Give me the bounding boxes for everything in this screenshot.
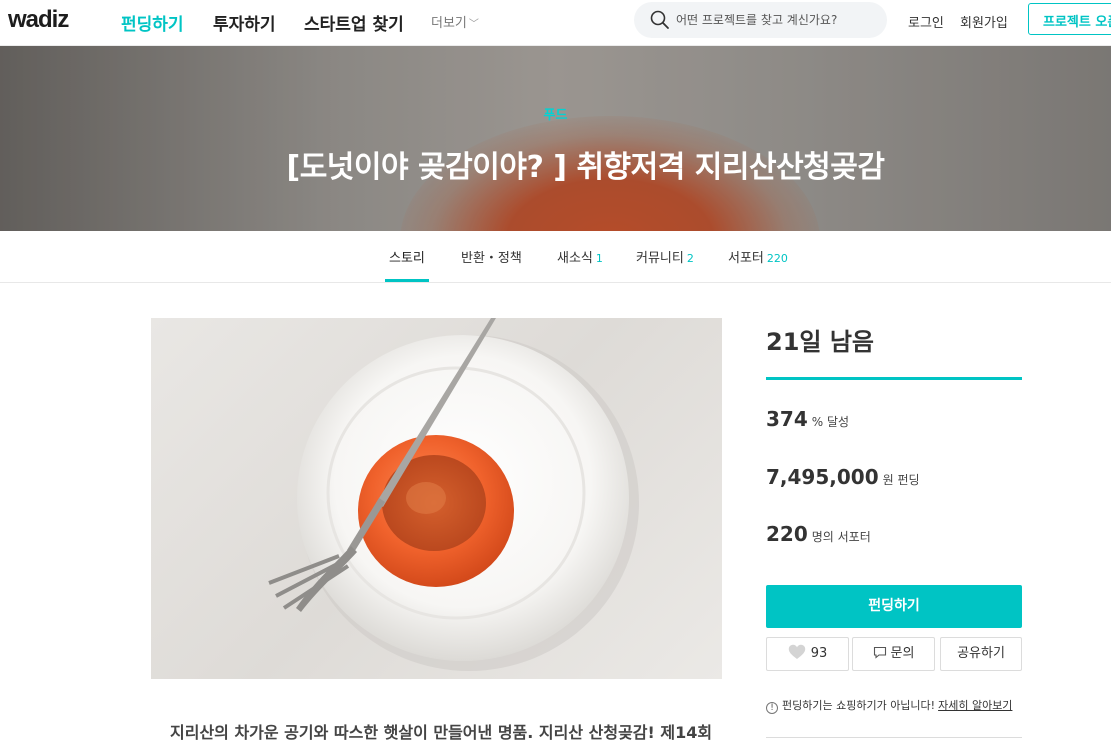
supporter-count-value: 220 [766,522,808,546]
project-main-image [151,318,722,679]
inquiry-button[interactable]: 문의 [852,637,935,671]
tab-community[interactable]: 커뮤니티 2 [636,247,694,266]
share-button[interactable]: 공유하기 [940,637,1022,671]
tab-refund-policy-label: 반환・정책 [461,251,522,266]
funding-progress-bar [766,377,1022,380]
learn-more-link[interactable]: 자세히 알아보기 [938,699,1012,712]
tab-supporters-count: 220 [766,252,788,265]
supporter-count: 220 명의 서포터 [766,522,871,546]
nav-more-label: 더보기 [431,16,467,31]
funding-notice: ! 펀딩하기는 쇼핑하기가 아닙니다! 자세히 알아보기 [766,697,1012,714]
search-bar[interactable] [634,2,887,38]
achievement-rate-unit: % 달성 [811,415,850,429]
heart-icon [788,644,805,659]
nav-startup[interactable]: 스타트업 찾기 [304,10,404,35]
nav-funding[interactable]: 펀딩하기 [121,10,184,35]
active-tab-indicator [385,279,429,282]
search-input[interactable] [676,10,876,30]
signup-link[interactable]: 회원가입 [960,12,1008,31]
fund-button[interactable]: 펀딩하기 [766,585,1022,628]
like-button[interactable]: 93 [766,637,849,671]
tab-news[interactable]: 새소식 1 [557,247,603,266]
hero-banner: 푸드 [도넛이야 곶감이야? ] 취향저격 지리산산청곶감 [0,46,1111,231]
funded-amount: 7,495,000 원 펀딩 [766,465,920,489]
tab-supporters[interactable]: 서포터 220 [728,247,788,266]
project-title: [도넛이야 곶감이야? ] 취향저격 지리산산청곶감 [286,150,885,185]
days-left: 21일 남음 [766,328,874,356]
project-tabs: 스토리 반환・정책 새소식 1 커뮤니티 2 서포터 220 [0,231,1111,283]
story-intro-text: 지리산의 차가운 공기와 따스한 햇살이 만들어낸 명품. 지리산 산청곶감! … [170,723,713,742]
like-count: 93 [810,646,828,661]
funded-amount-unit: 원 펀딩 [882,473,920,487]
persimmon-on-plate-image [268,318,639,671]
wadiz-logo[interactable]: wadiz [8,6,69,34]
funded-amount-value: 7,495,000 [766,465,879,489]
achievement-rate: 374% 달성 [766,407,849,431]
supporter-count-unit: 명의 서포터 [811,530,871,544]
tab-community-count: 2 [686,252,694,265]
tab-supporters-label: 서포터 [728,251,764,266]
tab-story[interactable]: 스토리 [389,247,425,266]
inquiry-label: 문의 [890,646,915,661]
tab-news-count: 1 [595,252,603,265]
tab-news-label: 새소식 [557,251,593,266]
info-icon: ! [766,702,778,714]
top-header: wadiz 펀딩하기 투자하기 스타트업 찾기 더보기﹀ 로그인 회원가입 프로… [0,0,1111,46]
tab-refund-policy[interactable]: 반환・정책 [461,247,522,266]
nav-more[interactable]: 더보기 ﹀ [431,12,479,31]
tab-story-label: 스토리 [389,251,425,266]
login-link[interactable]: 로그인 [908,12,944,31]
notice-text: 펀딩하기는 쇼핑하기가 아닙니다! [782,699,936,712]
divider [766,737,1022,738]
achievement-rate-value: 374 [766,407,808,431]
chevron-down-icon: ﹀ [468,19,479,30]
chat-bubble-icon [873,646,886,659]
search-icon [650,10,669,29]
project-category[interactable]: 푸드 [0,104,1111,123]
open-project-button[interactable]: 프로젝트 오픈 [1028,3,1111,35]
tab-community-label: 커뮤니티 [636,251,684,266]
nav-invest[interactable]: 투자하기 [213,10,276,35]
